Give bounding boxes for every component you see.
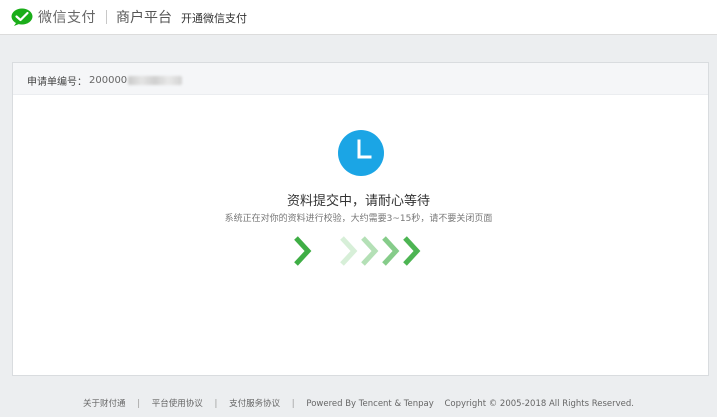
header-brand[interactable]: 微信支付 商户平台 开通微信支付 <box>11 7 247 27</box>
arrow-icon <box>403 236 421 266</box>
platform-name: 商户平台 <box>116 10 172 26</box>
footer-link-about[interactable]: 关于财付通 <box>83 399 126 409</box>
footer-link-platform-agreement[interactable]: 平台使用协议 <box>152 399 203 409</box>
header-divider <box>106 10 107 24</box>
application-number: 申请单编号： 200000 <box>27 73 183 88</box>
page-subtitle: 开通微信支付 <box>181 11 247 25</box>
card-header: 申请单编号： 200000 <box>13 63 708 95</box>
footer-divider: | <box>291 399 295 409</box>
footer-divider: | <box>214 399 218 409</box>
arrow-icon <box>361 236 379 266</box>
wechat-pay-logo-icon <box>11 8 33 26</box>
clock-icon <box>338 130 384 176</box>
footer: 关于财付通 | 平台使用协议 | 支付服务协议 | Powered By Ten… <box>0 397 717 411</box>
top-header: 微信支付 商户平台 开通微信支付 <box>0 0 717 35</box>
footer-divider: | <box>137 399 141 409</box>
footer-copyright: Copyright © 2005-2018 All Rights Reserve… <box>444 399 635 409</box>
arrow-icon <box>340 236 358 266</box>
application-number-label: 申请单编号： <box>27 77 87 88</box>
redacted-number <box>128 76 183 85</box>
footer-powered: Powered By Tencent & Tenpay <box>306 399 434 409</box>
progress-arrows <box>294 236 421 266</box>
application-number-value: 200000 <box>89 75 128 86</box>
arrow-icon <box>382 236 400 266</box>
brand-name: 微信支付 <box>38 10 96 26</box>
status-description: 系统正在对你的资料进行校验，大约需要3~15秒，请不要关闭页面 <box>224 214 493 224</box>
arrow-icon <box>294 236 312 266</box>
footer-link-payment-agreement[interactable]: 支付服务协议 <box>229 399 280 409</box>
status-title: 资料提交中，请耐心等待 <box>286 194 430 209</box>
